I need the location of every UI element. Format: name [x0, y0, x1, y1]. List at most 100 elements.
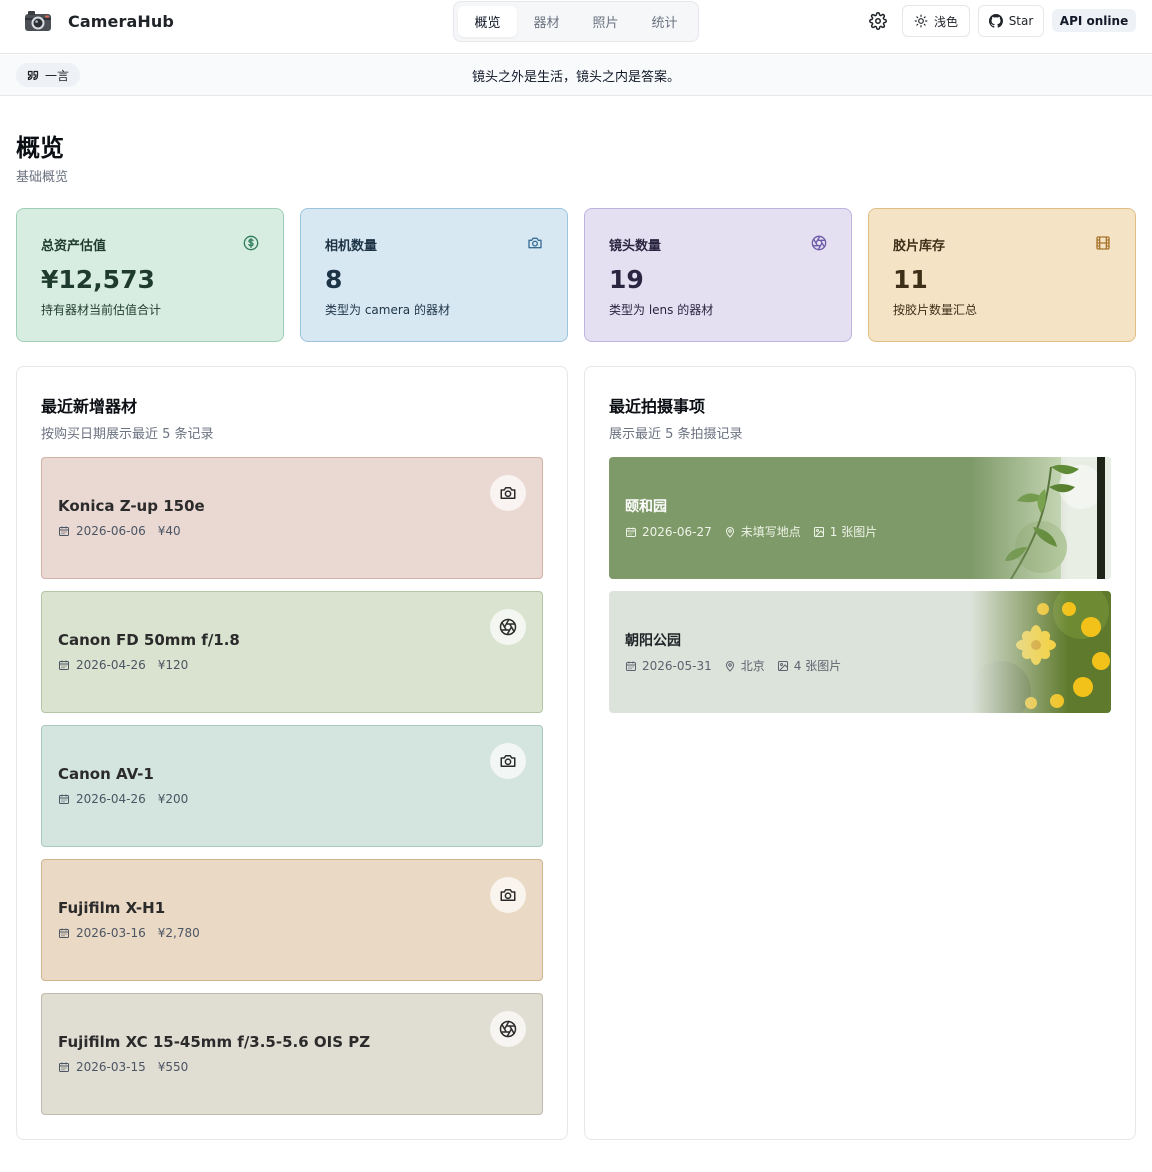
- calendar-icon: [59, 526, 69, 536]
- panel-title: 最近新增器材: [41, 397, 138, 416]
- api-status-badge: API online: [1052, 9, 1136, 32]
- tab-gear[interactable]: 器材: [517, 6, 576, 37]
- aperture-icon: [490, 1011, 526, 1047]
- shoot-date: 2026-05-31: [642, 658, 712, 673]
- gear-name: Canon AV-1: [58, 765, 154, 783]
- gear-list-item[interactable]: Canon AV-1 2026-04-26 ¥200: [41, 725, 543, 847]
- tab-stats[interactable]: 统计: [635, 6, 694, 37]
- settings-button[interactable]: [868, 11, 888, 31]
- stat-card-film-stock: 胶片库存 11 按胶片数量汇总: [868, 208, 1136, 342]
- page-subtitle: 基础概览: [16, 170, 69, 185]
- main-nav: 概览 器材 照片 统计: [453, 1, 699, 42]
- stat-description: 类型为 lens 的器材: [609, 303, 714, 317]
- sun-icon: [914, 14, 928, 28]
- stat-description: 类型为 camera 的器材: [325, 303, 450, 317]
- shoot-photo-count: 1 张图片: [829, 525, 878, 539]
- calendar-icon: [626, 527, 636, 537]
- image-icon: [777, 660, 788, 671]
- gear-list-item[interactable]: Canon FD 50mm f/1.8 2026-04-26 ¥120: [41, 591, 543, 713]
- quote-chip[interactable]: 一言: [16, 63, 81, 87]
- stat-label: 镜头数量: [609, 239, 662, 254]
- panel-subtitle: 展示最近 5 条拍摄记录: [609, 427, 743, 442]
- github-star-button[interactable]: Star: [978, 5, 1044, 37]
- app-name: CameraHub: [68, 11, 174, 31]
- stat-card-camera-count: 相机数量 8 类型为 camera 的器材: [300, 208, 568, 342]
- aperture-icon: [811, 235, 827, 251]
- film-icon: [1095, 235, 1111, 251]
- calendar-icon: [59, 928, 69, 938]
- calendar-icon: [59, 794, 69, 804]
- gear-price: ¥120: [157, 658, 189, 672]
- gear-date: 2026-04-26: [76, 658, 146, 672]
- page-title: 概览: [16, 134, 64, 162]
- star-label: Star: [1008, 14, 1034, 28]
- shoot-meta: 2026-06-27 未填写地点 1 张图片: [625, 523, 877, 540]
- theme-label: 浅色: [933, 14, 958, 29]
- quote-text: 镜头之外是生活，镜头之内是答案。: [471, 69, 680, 85]
- theme-toggle-button[interactable]: 浅色: [902, 5, 970, 37]
- gear-price: ¥200: [157, 792, 189, 806]
- stat-card-lens-count: 镜头数量 19 类型为 lens 的器材: [584, 208, 852, 342]
- gear-date: 2026-03-16: [76, 926, 146, 940]
- tab-photos[interactable]: 照片: [576, 6, 635, 37]
- gear-name: Canon FD 50mm f/1.8: [58, 631, 240, 649]
- stat-label: 相机数量: [325, 239, 378, 254]
- stat-description: 持有器材当前估值合计: [41, 303, 162, 317]
- brand[interactable]: CameraHub: [24, 8, 174, 34]
- stat-value: ¥12,573: [41, 265, 155, 294]
- stat-value: 11: [893, 265, 928, 294]
- stat-value: 19: [609, 265, 644, 294]
- gear-date: 2026-03-15: [76, 1060, 146, 1074]
- shoot-list-item[interactable]: 颐和园 2026-06-27 未填写地点 1 张图片: [609, 457, 1111, 579]
- panel-subtitle: 按购买日期展示最近 5 条记录: [41, 427, 214, 442]
- github-icon: [988, 14, 1003, 28]
- gear-name: Fujifilm X-H1: [58, 899, 166, 917]
- dollar-icon: [243, 235, 259, 251]
- quote-chip-label: 一言: [45, 68, 70, 83]
- gear-date: 2026-04-26: [76, 792, 146, 806]
- photo-fade-overlay: [971, 457, 1111, 579]
- shoot-name: 朝阳公园: [625, 633, 681, 649]
- gear-name: Konica Z-up 150e: [58, 497, 205, 515]
- stat-label: 总资产估值: [41, 239, 107, 254]
- camera-icon: [490, 475, 526, 511]
- gear-list-item[interactable]: Fujifilm XC 15-45mm f/3.5-5.6 OIS PZ 202…: [41, 993, 543, 1115]
- shoot-date: 2026-06-27: [642, 524, 712, 539]
- shoot-photo-count: 4 张图片: [793, 659, 842, 673]
- shoot-location: 北京: [740, 659, 765, 673]
- map-pin-icon: [725, 526, 734, 538]
- shoot-name: 颐和园: [625, 499, 667, 515]
- aperture-icon: [490, 609, 526, 645]
- stat-label: 胶片库存: [893, 239, 946, 254]
- tab-overview[interactable]: 概览: [458, 6, 517, 37]
- calendar-icon: [59, 660, 69, 670]
- camera-icon: [490, 743, 526, 779]
- gear-price: ¥2,780: [157, 926, 200, 940]
- gear-list-item[interactable]: Fujifilm X-H1 2026-03-16 ¥2,780: [41, 859, 543, 981]
- panel-title: 最近拍摄事项: [609, 397, 706, 416]
- quote-bar: 镜头之外是生活，镜头之内是答案。 一言: [0, 55, 1152, 96]
- calendar-icon: [626, 661, 636, 671]
- gear-list-item[interactable]: Konica Z-up 150e 2026-06-06 ¥40: [41, 457, 543, 579]
- stat-value: 8: [325, 265, 343, 294]
- shoot-list-item[interactable]: 朝阳公园 2026-05-31 北京 4 张图片: [609, 591, 1111, 713]
- camera-icon: [490, 877, 526, 913]
- gear-date: 2026-06-06: [76, 524, 146, 538]
- gear-meta: 2026-04-26 ¥120: [58, 658, 188, 672]
- map-pin-icon: [725, 660, 734, 672]
- gear-meta: 2026-06-06 ¥40: [58, 524, 181, 538]
- shoot-meta: 2026-05-31 北京 4 张图片: [625, 657, 841, 674]
- gear-meta: 2026-03-15 ¥550: [58, 1060, 188, 1074]
- quote-icon: [27, 70, 39, 81]
- top-bar: CameraHub 概览 器材 照片 统计 浅色 Star API online: [0, 0, 1152, 54]
- gear-meta: 2026-04-26 ¥200: [58, 792, 188, 806]
- stat-description: 按胶片数量汇总: [893, 303, 978, 317]
- gear-meta: 2026-03-16 ¥2,780: [58, 926, 200, 940]
- recent-gear-panel: 最近新增器材 按购买日期展示最近 5 条记录 Konica Z-up 150e …: [16, 366, 568, 1140]
- photo-fade-overlay: [971, 591, 1111, 713]
- shoot-location: 未填写地点: [740, 525, 801, 539]
- gear-price: ¥550: [157, 1060, 189, 1074]
- camera-icon: [527, 235, 543, 251]
- image-icon: [813, 526, 824, 537]
- gear-price: ¥40: [157, 524, 181, 538]
